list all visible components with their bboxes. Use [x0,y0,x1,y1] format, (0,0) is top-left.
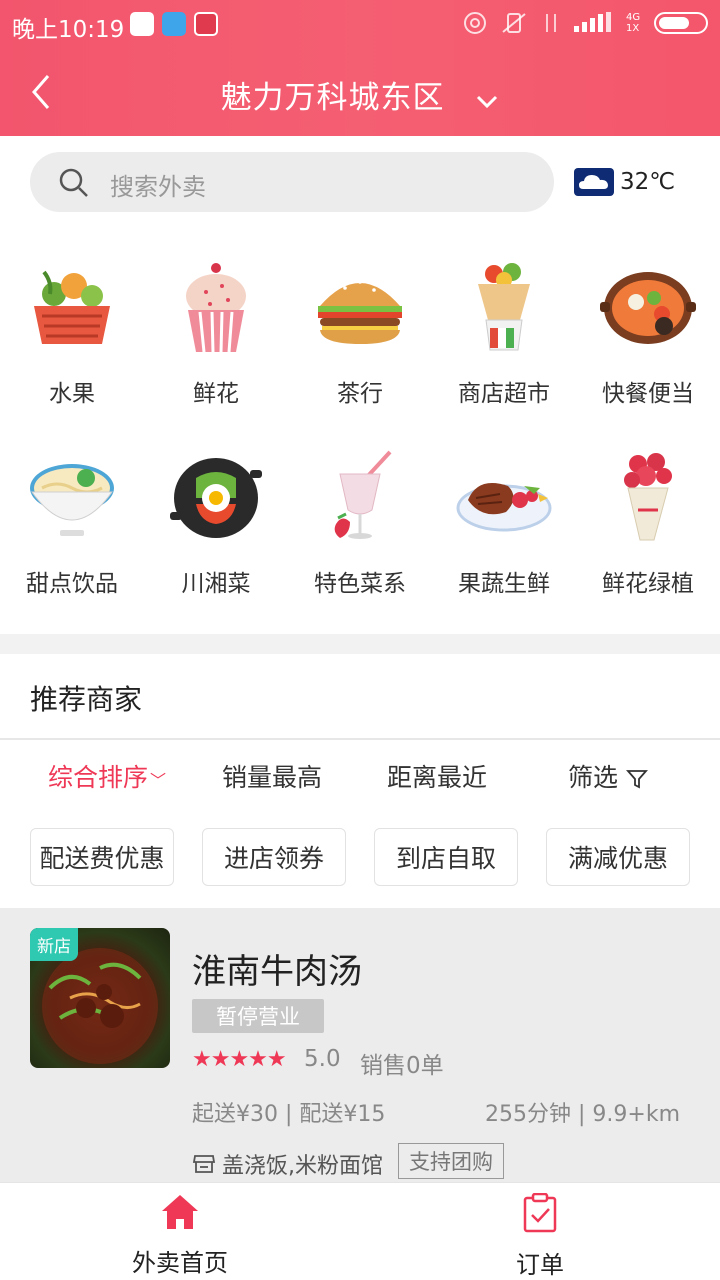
group-buy-tag: 支持团购 [398,1143,504,1179]
filter-chip-full-reduction[interactable]: 满减优惠 [546,828,690,886]
app-screen: 晚上10:19 4G 1X 魅力万科城东区 搜索外卖 32℃ 水果 鲜花 茶行 … [0,0,720,1280]
category-dessert[interactable]: 甜点饮品 [0,448,144,598]
wrap-icon [478,263,530,351]
category-plants[interactable]: 鲜花绿植 [576,448,720,598]
shop-name: 淮南牛肉汤 [192,952,362,992]
category-label: 甜点饮品 [26,571,118,597]
tab-home-label: 外卖首页 [132,1249,228,1277]
hotspot-icon [464,12,486,34]
sort-tab-label: 综合排序 [48,763,149,792]
shop-notification-icon [194,12,218,36]
order-clipboard-icon [523,1192,557,1233]
bouquet-icon [624,453,672,541]
sort-tab-comprehensive[interactable]: 综合排序 ﹀ [48,758,166,794]
noodle-bowl-icon [30,464,114,536]
sort-tab-distance[interactable]: 距离最近 [387,758,487,794]
filter-chip-coupon[interactable]: 进店领券 [202,828,346,886]
cloud-icon [574,168,614,196]
category-label: 鲜花 [193,381,239,407]
steak-plate-icon [456,483,552,532]
sort-tab-sales[interactable]: 销量最高 [222,758,322,794]
delivery-fee: 起送¥30 | 配送¥15 [192,1102,386,1127]
chevron-down-icon: ﹀ [150,771,167,790]
bottom-tab-bar: 外卖首页 订单 [0,1182,720,1280]
section-title: 推荐商家 [30,683,143,716]
shop-status-badge: 暂停营业 [192,999,324,1033]
sales-count: 销售0单 [360,1053,444,1079]
weather-widget: 32℃ [574,168,675,196]
filter-button[interactable]: 筛选 [568,758,648,794]
category-produce[interactable]: 果蔬生鲜 [432,448,576,598]
tab-orders[interactable]: 订单 [420,1192,660,1280]
funnel-icon [625,770,648,789]
burger-icon [318,280,402,344]
rating-stars: ★★★★★ [192,1047,287,1072]
network-type: 4G 1X [626,12,641,34]
chevron-down-icon [475,82,499,118]
app-notification-icon [130,12,154,36]
tab-orders-label: 订单 [516,1251,564,1279]
cupcake-icon [186,263,246,353]
sort-tab-label: 筛选 [568,763,619,792]
shop-card[interactable]: 新店 淮南牛肉汤 暂停营业 ★★★★★ 5.0 销售0单 起送¥30 | 配送¥… [0,908,720,1184]
smoothie-icon [334,450,392,539]
filter-chip-pickup[interactable]: 到店自取 [374,828,518,886]
category-label: 鲜花绿植 [602,571,694,597]
category-special[interactable]: 特色菜系 [288,448,432,598]
signal-icon [574,12,611,32]
category-supermarket[interactable]: 商店超市 [432,258,576,408]
category-label: 商店超市 [458,381,550,407]
location-selector[interactable]: 魅力万科城东区 [0,72,720,118]
status-time: 晚上10:19 [12,17,125,43]
sort-tab-label: 距离最近 [387,763,488,792]
category-label: 水果 [49,381,95,407]
shop-image: 新店 [30,928,170,1068]
category-label: 快餐便当 [602,381,694,407]
battery-icon [654,12,708,34]
category-flower[interactable]: 鲜花 [144,258,288,408]
search-input[interactable]: 搜索外卖 [30,152,554,212]
rating-score: 5.0 [304,1046,341,1072]
category-fruit[interactable]: 水果 [0,258,144,408]
category-sichuan[interactable]: 川湘菜 [144,448,288,598]
category-tea[interactable]: 茶行 [288,258,432,408]
search-placeholder: 搜索外卖 [110,173,206,201]
fruit-basket-icon [34,270,110,344]
data-transfer-icon [546,14,556,32]
search-icon [59,168,88,197]
tab-home[interactable]: 外卖首页 [60,1193,300,1278]
vibrate-icon [502,13,526,33]
new-shop-badge: 新店 [30,928,78,961]
location-name: 魅力万科城东区 [220,80,445,116]
home-icon [162,1195,198,1229]
category-label: 茶行 [337,381,383,407]
sort-tab-label: 销量最高 [222,763,323,792]
category-label: 川湘菜 [181,571,251,597]
delivery-time-distance: 255分钟 | 9.9+km [485,1102,680,1127]
header-bar: 晚上10:19 4G 1X 魅力万科城东区 [0,0,720,136]
status-bar: 晚上10:19 4G 1X [0,0,720,48]
divider-line [0,738,720,740]
category-label: 特色菜系 [314,571,406,597]
section-divider [0,634,720,654]
weather-temperature: 32℃ [620,169,676,195]
chat-notification-icon [162,12,186,36]
store-icon [192,1155,216,1173]
shop-category: 盖浇饭,米粉面馆 [192,1148,383,1180]
filter-chip-delivery-discount[interactable]: 配送费优惠 [30,828,174,886]
category-label: 果蔬生鲜 [458,571,550,597]
hotpot-icon [600,272,696,344]
shop-category-text: 盖浇饭,米粉面馆 [222,1154,383,1179]
bibimbap-icon [170,458,262,538]
category-fastfood[interactable]: 快餐便当 [576,258,720,408]
